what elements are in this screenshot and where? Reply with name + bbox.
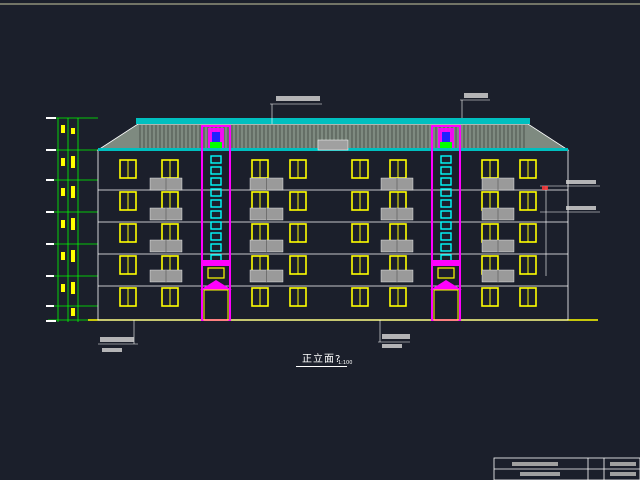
- stair-window: [210, 210, 222, 219]
- stair-window: [440, 199, 452, 208]
- roof: [96, 118, 570, 151]
- stair-window: [440, 166, 452, 175]
- facade-drawing: [0, 3, 640, 480]
- stair-tower-right: [430, 125, 462, 321]
- window-grid: [119, 159, 537, 307]
- stair-window: [440, 210, 452, 219]
- stair-window: [210, 166, 222, 175]
- stair-tower-left: [200, 125, 232, 321]
- stair-window: [440, 243, 452, 252]
- stair-window: [440, 232, 452, 241]
- stair-window: [210, 177, 222, 186]
- title-block: [493, 457, 640, 480]
- stair-window: [210, 199, 222, 208]
- stair-window: [440, 177, 452, 186]
- left-dimension-ticks: [46, 117, 56, 322]
- stair-window: [440, 155, 452, 164]
- stair-window: [210, 155, 222, 164]
- stair-window: [210, 243, 222, 252]
- stair-window: [210, 221, 222, 230]
- stair-window: [440, 221, 452, 230]
- drawing-scale: 1:100: [338, 360, 353, 366]
- stair-window: [210, 232, 222, 241]
